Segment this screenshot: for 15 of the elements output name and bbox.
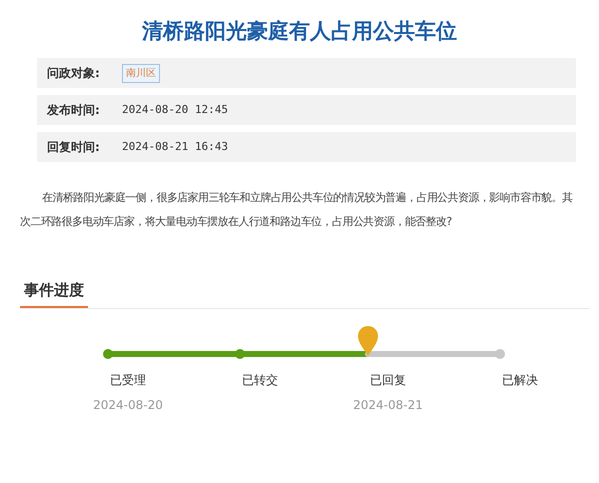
info-label: 发布时间: [47,102,101,119]
question-text: 在清桥路阳光豪庭一侧，很多店家用三轮车和立牌占用公共车位的情况较为普遍，占用公共资源，影响市容市貌。其次二环路很多电动车店家，将大量电动车摆放在人行道和路边车位，占用公共资源，能否整改? [20,190,574,230]
step-label: 已转交 [241,372,279,388]
info-label: 问政对象: [47,65,101,82]
step-date: 2024-08-21 [352,396,424,414]
step-label: 已回复 [369,372,407,388]
step-label: 已受理 [109,372,147,388]
info-value: 2024-08-20 12:45 [122,102,228,118]
district-tag[interactable]: 南川区 [122,64,160,82]
info-label: 回复时间: [47,139,101,156]
page-title: 清桥路阳光豪庭有人占用公共车位 [140,18,458,45]
section-heading: 事件进度 [20,279,88,308]
step-date: 2024-08-20 [92,396,164,414]
step-label: 已解决 [501,372,539,388]
info-value: 2024-08-21 16:43 [122,138,228,155]
